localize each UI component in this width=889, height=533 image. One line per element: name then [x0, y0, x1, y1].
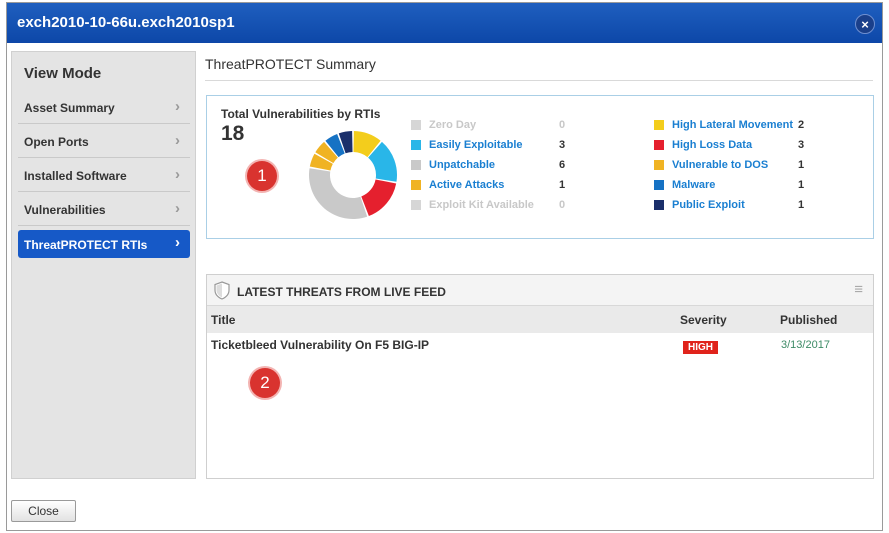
legend-count: 3 [559, 139, 566, 151]
chevron-right-icon: › [175, 234, 180, 251]
legend-swatch [411, 180, 421, 190]
close-button[interactable]: Close [11, 500, 76, 522]
legend-label[interactable]: Easily Exploitable [429, 139, 523, 151]
legend-count: 6 [559, 159, 566, 171]
summary-heading: Total Vulnerabilities by RTIs [221, 107, 381, 121]
view-mode-sidebar: View Mode Asset Summary › Open Ports › I… [11, 51, 196, 479]
sidebar-item-label: Installed Software [24, 169, 127, 183]
threat-title[interactable]: Ticketbleed Vulnerability On F5 BIG-IP [211, 338, 429, 352]
legend-swatch [411, 200, 421, 210]
legend-label[interactable]: Malware [672, 179, 715, 191]
legend-item: Zero Day 0 [411, 119, 575, 133]
donut-slice[interactable] [309, 168, 368, 219]
rti-donut-chart [309, 131, 397, 219]
callout-badge-2: 2 [250, 368, 280, 398]
dialog-titlebar: exch2010-10-66u.exch2010sp1 × [7, 3, 882, 43]
legend-count: 0 [559, 199, 566, 211]
legend-swatch [654, 180, 664, 190]
legend-item[interactable]: High Loss Data 3 [654, 139, 814, 153]
sidebar-item-label: Open Ports [24, 135, 89, 149]
table-row[interactable]: Ticketbleed Vulnerability On F5 BIG-IP H… [207, 333, 873, 359]
chevron-right-icon: › [175, 200, 180, 217]
total-vulnerabilities-count: 18 [221, 122, 245, 145]
sidebar-item-threatprotect-rtis[interactable]: ThreatPROTECT RTIs › [18, 230, 190, 258]
chevron-right-icon: › [175, 132, 180, 149]
rti-summary-card: Total Vulnerabilities by RTIs 18 Zero Da… [206, 95, 874, 239]
column-header-published[interactable]: Published [780, 313, 837, 327]
severity-badge: HIGH [683, 341, 718, 354]
sidebar-item-open-ports[interactable]: Open Ports › [18, 126, 190, 158]
legend-item[interactable]: Vulnerable to DOS 1 [654, 159, 814, 173]
legend-count: 0 [559, 119, 566, 131]
legend-swatch [411, 120, 421, 130]
sidebar-item-label: ThreatPROTECT RTIs [24, 238, 148, 252]
legend-item[interactable]: Malware 1 [654, 179, 814, 193]
legend-label[interactable]: Vulnerable to DOS [672, 159, 768, 171]
legend-swatch [411, 140, 421, 150]
threats-table-header: Title Severity Published [207, 306, 873, 333]
legend-item[interactable]: Easily Exploitable 3 [411, 139, 575, 153]
legend-label[interactable]: Unpatchable [429, 159, 495, 171]
legend-label: Zero Day [429, 119, 477, 131]
sidebar-item-installed-software[interactable]: Installed Software › [18, 160, 190, 192]
shield-icon [214, 281, 230, 300]
sidebar-item-label: Asset Summary [24, 101, 115, 115]
sidebar-item-label: Vulnerabilities [24, 203, 106, 217]
sidebar-heading: View Mode [24, 65, 102, 82]
sidebar-item-vulnerabilities[interactable]: Vulnerabilities › [18, 194, 190, 226]
legend-count: 1 [798, 179, 805, 191]
legend-label[interactable]: High Loss Data [672, 139, 752, 151]
live-threats-panel: LATEST THREATS FROM LIVE FEED ≡ Title Se… [206, 274, 874, 479]
page-title: ThreatPROTECT Summary [205, 56, 376, 72]
column-header-title[interactable]: Title [211, 313, 235, 327]
legend-count: 3 [798, 139, 805, 151]
legend-label[interactable]: Public Exploit [672, 199, 745, 211]
legend-count: 2 [798, 119, 805, 131]
chevron-right-icon: › [175, 98, 180, 115]
published-date: 3/13/2017 [781, 339, 830, 351]
legend-swatch [411, 160, 421, 170]
legend-item[interactable]: Unpatchable 6 [411, 159, 575, 173]
legend-swatch [654, 120, 664, 130]
menu-icon[interactable]: ≡ [854, 281, 863, 298]
donut-slice[interactable] [361, 179, 397, 217]
legend-label[interactable]: Active Attacks [429, 179, 504, 191]
legend-count: 1 [798, 199, 805, 211]
legend-swatch [654, 160, 664, 170]
legend-item[interactable]: Active Attacks 1 [411, 179, 575, 193]
legend-label: Exploit Kit Available [429, 199, 534, 211]
legend-count: 1 [559, 179, 566, 191]
legend-swatch [654, 200, 664, 210]
callout-badge-1: 1 [247, 161, 277, 191]
legend-item[interactable]: Public Exploit 1 [654, 199, 814, 213]
legend-swatch [654, 140, 664, 150]
legend-item[interactable]: High Lateral Movement 2 [654, 119, 814, 133]
threats-panel-title: LATEST THREATS FROM LIVE FEED [237, 285, 446, 299]
column-header-severity[interactable]: Severity [680, 313, 727, 327]
sidebar-item-asset-summary[interactable]: Asset Summary › [18, 92, 190, 124]
threats-panel-header: LATEST THREATS FROM LIVE FEED ≡ [207, 275, 873, 306]
close-icon[interactable]: × [855, 14, 875, 34]
title-divider [205, 80, 873, 81]
dialog-title: exch2010-10-66u.exch2010sp1 [17, 14, 235, 31]
legend-label[interactable]: High Lateral Movement [672, 119, 793, 131]
legend-item: Exploit Kit Available 0 [411, 199, 575, 213]
chevron-right-icon: › [175, 166, 180, 183]
legend-count: 1 [798, 159, 805, 171]
